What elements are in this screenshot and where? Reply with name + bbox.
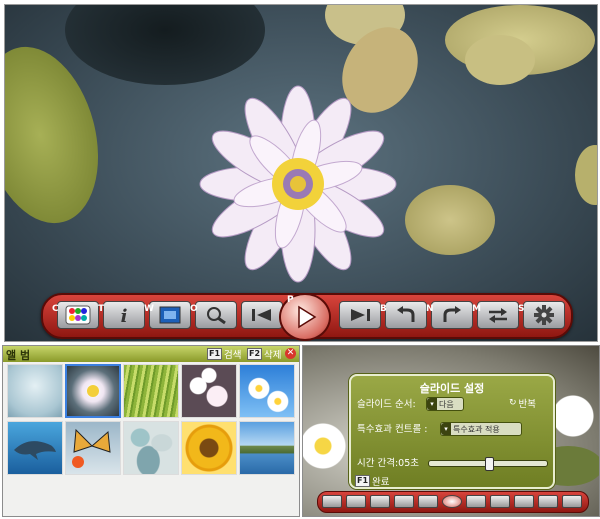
shortcut-key: T (98, 304, 105, 314)
shortcut-key: P (287, 295, 294, 305)
close-icon[interactable]: ✕ (285, 348, 296, 359)
mini-toolbar-button[interactable] (418, 495, 438, 508)
shortcut-key: N (426, 304, 434, 314)
order-select[interactable]: ▾ 다음 (426, 397, 464, 411)
settings-button[interactable]: S (518, 301, 565, 329)
lily-pad (575, 145, 597, 205)
effect-value: 특수효과 적용 (453, 424, 500, 434)
interval-slider[interactable] (428, 457, 548, 471)
settings-gear-icon (534, 305, 554, 325)
thumbnail-pale-abstract[interactable] (7, 364, 63, 418)
slideshow-settings-dialog: 슬라이드 설정 슬라이드 순서: ▾ 다음 ↻ 반복 특수효과 컨트롤 : ▾ … (349, 374, 555, 489)
shortcut-key: M (472, 304, 481, 314)
thumbnail-blossoms[interactable] (181, 364, 237, 418)
effect-select[interactable]: ▾ 특수효과 적용 (440, 422, 522, 436)
shortcut-key: F2 (247, 347, 263, 360)
previous-icon (252, 309, 271, 321)
background-flower (303, 416, 353, 476)
thumbnail-sunflower[interactable] (181, 421, 237, 475)
fit-window-icon (159, 306, 181, 324)
play-icon (298, 305, 317, 329)
info-icon: i (121, 306, 128, 325)
done-button[interactable]: F1 완료 (355, 475, 390, 488)
swap-icon (489, 308, 507, 323)
mini-toolbar-button[interactable] (370, 495, 390, 508)
search-button[interactable]: F1 검색 (207, 347, 242, 361)
chevron-down-icon: ▾ (441, 423, 451, 435)
previous-button[interactable] (241, 301, 283, 329)
water-lily-flower (199, 85, 397, 283)
shortcut-key: W (144, 304, 154, 314)
viewer-toolbar: C T i W O B N M S (41, 293, 573, 341)
rotate-left-button[interactable]: B (380, 301, 427, 329)
thumbnail-water-lily[interactable] (65, 364, 121, 418)
interval-label: 시간 간격:05초 (357, 458, 420, 469)
thumbnail-grass[interactable] (123, 364, 179, 418)
shortcut-key: F1 (355, 475, 371, 487)
done-label: 완료 (372, 477, 390, 488)
thumbnail-butterfly[interactable] (65, 421, 121, 475)
repeat-toggle[interactable]: ↻ 반복 (509, 396, 536, 410)
zoom-icon (207, 307, 226, 325)
butterfly-thumb-art (72, 428, 111, 468)
rotate-right-button[interactable]: N (426, 301, 473, 329)
mini-toolbar-button[interactable] (514, 495, 534, 508)
album-window: 앨 범 F1 검색 F2 삭제 ✕ (2, 345, 300, 517)
next-button[interactable] (339, 301, 381, 329)
mini-toolbar-button[interactable] (562, 495, 582, 508)
svg-text:i: i (121, 306, 128, 325)
shortcut-key: F1 (207, 347, 223, 360)
effect-label: 특수효과 컨트롤 : (357, 424, 428, 435)
shortcut-key: C (52, 304, 59, 314)
photo-viewer: C T i W O B N M S P (4, 4, 598, 342)
delete-button[interactable]: F2 삭제 (247, 347, 282, 361)
album-title: 앨 범 (6, 349, 31, 362)
search-label: 검색 (224, 349, 242, 361)
order-label: 슬라이드 순서: (357, 399, 416, 410)
fit-window-button[interactable]: W (144, 301, 191, 329)
dolphin-thumb-art (14, 441, 56, 460)
thumbnail-lake[interactable] (239, 421, 295, 475)
info-button[interactable]: T i (98, 301, 145, 329)
album-title-bar: 앨 범 F1 검색 F2 삭제 ✕ (3, 346, 299, 362)
palette-icon (65, 305, 91, 325)
repeat-icon: ↻ (509, 398, 517, 408)
thumbnail-daisies[interactable] (239, 364, 295, 418)
thumbnail-pebbles[interactable] (123, 421, 179, 475)
dark-foliage (65, 5, 265, 85)
lily-pad (465, 35, 535, 85)
palette-button[interactable]: C (52, 301, 99, 329)
next-icon (351, 309, 370, 321)
mini-toolbar-button[interactable] (346, 495, 366, 508)
lily-pad (405, 185, 495, 255)
delete-label: 삭제 (264, 349, 282, 361)
shortcut-key: O (190, 304, 198, 314)
order-value: 다음 (439, 399, 454, 409)
mini-toolbar-button[interactable] (538, 495, 558, 508)
shortcut-key: S (518, 304, 525, 314)
mini-toolbar-button[interactable] (466, 495, 486, 508)
mini-viewer-toolbar (317, 491, 589, 513)
mini-toolbar-button[interactable] (322, 495, 342, 508)
slideshow-settings-screen: 슬라이드 설정 슬라이드 순서: ▾ 다음 ↻ 반복 특수효과 컨트롤 : ▾ … (302, 345, 600, 517)
thumbnail-dolphin[interactable] (7, 421, 63, 475)
rotate-right-icon (443, 306, 461, 322)
lily-thumb-art (87, 385, 99, 397)
zoom-button[interactable]: O (190, 301, 237, 329)
rotate-left-icon (397, 306, 415, 322)
mini-toolbar-button[interactable] (490, 495, 510, 508)
shortcut-key: B (380, 304, 387, 314)
repeat-label: 반복 (518, 399, 537, 410)
slider-handle[interactable] (484, 457, 494, 471)
swap-button[interactable]: M (472, 301, 519, 329)
mini-toolbar-button[interactable] (394, 495, 414, 508)
dialog-title: 슬라이드 설정 (419, 382, 485, 395)
mini-toolbar-button[interactable] (442, 495, 462, 508)
chevron-down-icon: ▾ (427, 398, 437, 410)
